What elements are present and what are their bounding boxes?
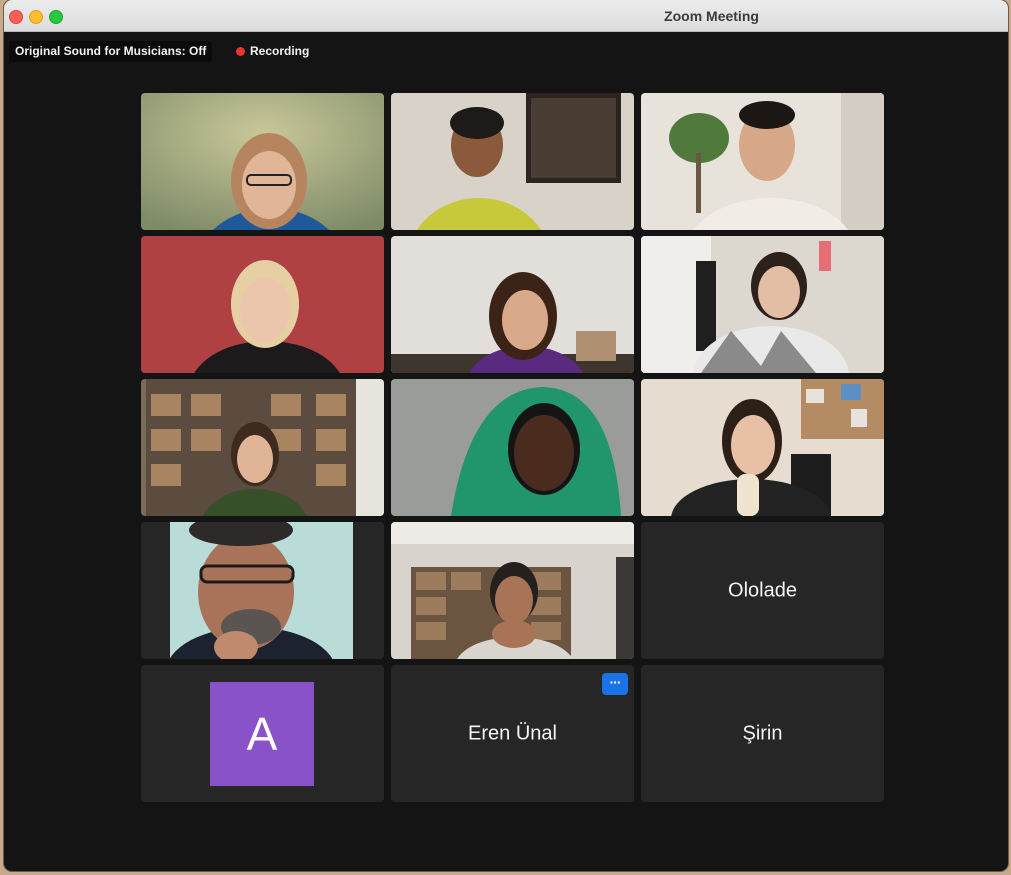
close-window-button[interactable] [9,10,23,24]
participant-video [641,93,884,230]
participant-name: Ololade [728,579,797,601]
participant-tile[interactable] [141,93,384,230]
participant-avatar: A [210,682,314,786]
participant-video [391,379,634,516]
more-options-button[interactable]: ··· [602,673,628,695]
participant-tile[interactable] [391,522,634,659]
participant-tile[interactable] [141,522,384,659]
participant-video [641,379,884,516]
participant-tile[interactable] [391,379,634,516]
participant-gallery: Ololade A Eren Ünal ··· Şirin [141,93,884,802]
participant-video [141,522,384,659]
participant-video [391,522,634,659]
participant-name: Eren Ünal [468,722,557,744]
participant-tile[interactable]: Şirin [641,665,884,802]
original-sound-status[interactable]: Original Sound for Musicians: Off [9,41,213,62]
participant-tile[interactable] [391,93,634,230]
recording-dot-icon [236,47,245,56]
recording-label: Recording [250,44,310,58]
recording-indicator: Recording [236,41,309,62]
participant-tile-active-speaker[interactable] [641,236,884,373]
participant-tile[interactable]: A [141,665,384,802]
participant-tile[interactable] [641,93,884,230]
minimize-window-button[interactable] [29,10,43,24]
maximize-window-button[interactable] [49,10,63,24]
participant-video [641,236,884,373]
participant-tile[interactable] [391,236,634,373]
participant-video [391,236,634,373]
participant-video [141,236,384,373]
participant-tile[interactable]: Eren Ünal ··· [391,665,634,802]
participant-tile[interactable] [141,236,384,373]
participant-tile[interactable] [141,379,384,516]
window-title: Zoom Meeting [664,8,759,24]
participant-name: Şirin [742,722,783,744]
title-bar: Zoom Meeting [4,0,1008,32]
participant-video [391,93,634,230]
participant-video [141,93,384,230]
participant-tile[interactable] [641,379,884,516]
participant-video [141,379,384,516]
participant-tile[interactable]: Ololade [641,522,884,659]
zoom-window: Zoom Meeting Original Sound for Musician… [4,0,1008,871]
